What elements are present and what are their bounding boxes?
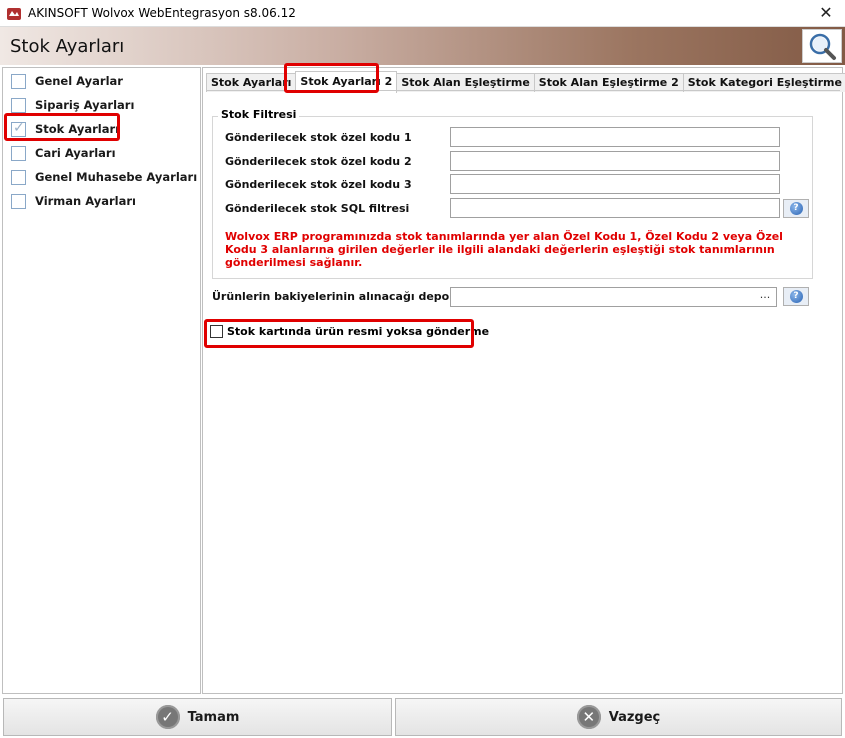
cancel-button-label: Vazgeç <box>608 709 661 725</box>
ok-button-label: Tamam <box>187 709 240 725</box>
sql-filter-help-button[interactable]: ? <box>783 199 809 218</box>
ozel-kodu-3-input[interactable] <box>450 174 780 194</box>
depolar-label: Ürünlerin bakiyelerinin alınacağı depola… <box>212 290 466 303</box>
sidebar-checkbox[interactable] <box>11 169 26 185</box>
close-icon[interactable]: ✕ <box>815 3 837 23</box>
sidebar-item-siparis-ayarlari[interactable]: Sipariş Ayarları <box>11 95 134 115</box>
sql-filtresi-label: Gönderilecek stok SQL filtresi <box>225 202 410 215</box>
help-icon: ? <box>789 290 803 303</box>
no-image-checkbox[interactable] <box>210 325 223 338</box>
help-icon: ? <box>789 202 803 215</box>
page-header: Stok Ayarları <box>0 27 845 65</box>
depolar-help-button[interactable]: ? <box>783 287 809 306</box>
depolar-input[interactable] <box>450 287 777 307</box>
settings-sidebar: Genel Ayarlar Sipariş Ayarları Stok Ayar… <box>2 67 201 694</box>
sidebar-item-label: Stok Ayarları <box>35 122 120 136</box>
sidebar-checkbox[interactable] <box>11 97 26 113</box>
app-logo-icon <box>7 8 21 20</box>
page-title: Stok Ayarları <box>10 36 125 57</box>
sidebar-item-virman-ayarlari[interactable]: Virman Ayarları <box>11 191 136 211</box>
ozel-kodu-1-label: Gönderilecek stok özel kodu 1 <box>225 131 412 144</box>
window-title: AKINSOFT Wolvox WebEntegrasyon s8.06.12 <box>28 6 296 20</box>
cancel-button[interactable]: ✕ Vazgeç <box>395 698 842 736</box>
ozel-kodu-1-input[interactable] <box>450 127 780 147</box>
sidebar-item-genel-muhasebe-ayarlari[interactable]: Genel Muhasebe Ayarları <box>11 167 197 187</box>
group-legend: Stok Filtresi <box>218 108 300 121</box>
sidebar-item-label: Cari Ayarları <box>35 146 116 160</box>
magnifier-icon <box>809 33 836 60</box>
sidebar-item-cari-ayarlari[interactable]: Cari Ayarları <box>11 143 116 163</box>
sidebar-checkbox[interactable] <box>11 73 26 89</box>
window-titlebar: AKINSOFT Wolvox WebEntegrasyon s8.06.12 … <box>0 0 845 27</box>
ok-button[interactable]: ✓ Tamam <box>3 698 392 736</box>
tab-strip: Stok Ayarları Stok Ayarları 2 Stok Alan … <box>206 71 845 93</box>
sidebar-checkbox[interactable] <box>11 120 26 137</box>
sidebar-checkbox[interactable] <box>11 145 26 161</box>
sidebar-item-label: Virman Ayarları <box>35 194 136 208</box>
check-circle-icon: ✓ <box>155 705 180 729</box>
sql-filtresi-input[interactable] <box>450 198 780 218</box>
sidebar-checkbox[interactable] <box>11 193 26 209</box>
search-button[interactable] <box>802 29 842 63</box>
sidebar-item-label: Genel Ayarlar <box>35 74 123 88</box>
filter-warning-text: Wolvox ERP programınızda stok tanımların… <box>225 230 783 269</box>
sidebar-item-genel-ayarlar[interactable]: Genel Ayarlar <box>11 71 123 91</box>
ozel-kodu-2-label: Gönderilecek stok özel kodu 2 <box>225 155 412 168</box>
sidebar-item-label: Genel Muhasebe Ayarları <box>35 170 198 184</box>
ozel-kodu-3-label: Gönderilecek stok özel kodu 3 <box>225 178 412 191</box>
no-image-option[interactable]: Stok kartında ürün resmi yoksa gönderme <box>210 325 489 338</box>
x-circle-icon: ✕ <box>576 705 601 729</box>
sidebar-item-label: Sipariş Ayarları <box>35 98 135 112</box>
sidebar-item-stok-ayarlari[interactable]: Stok Ayarları <box>11 119 119 139</box>
depolar-browse-button[interactable]: ... <box>756 288 774 306</box>
no-image-label: Stok kartında ürün resmi yoksa gönderme <box>227 325 490 338</box>
ozel-kodu-2-input[interactable] <box>450 151 780 171</box>
